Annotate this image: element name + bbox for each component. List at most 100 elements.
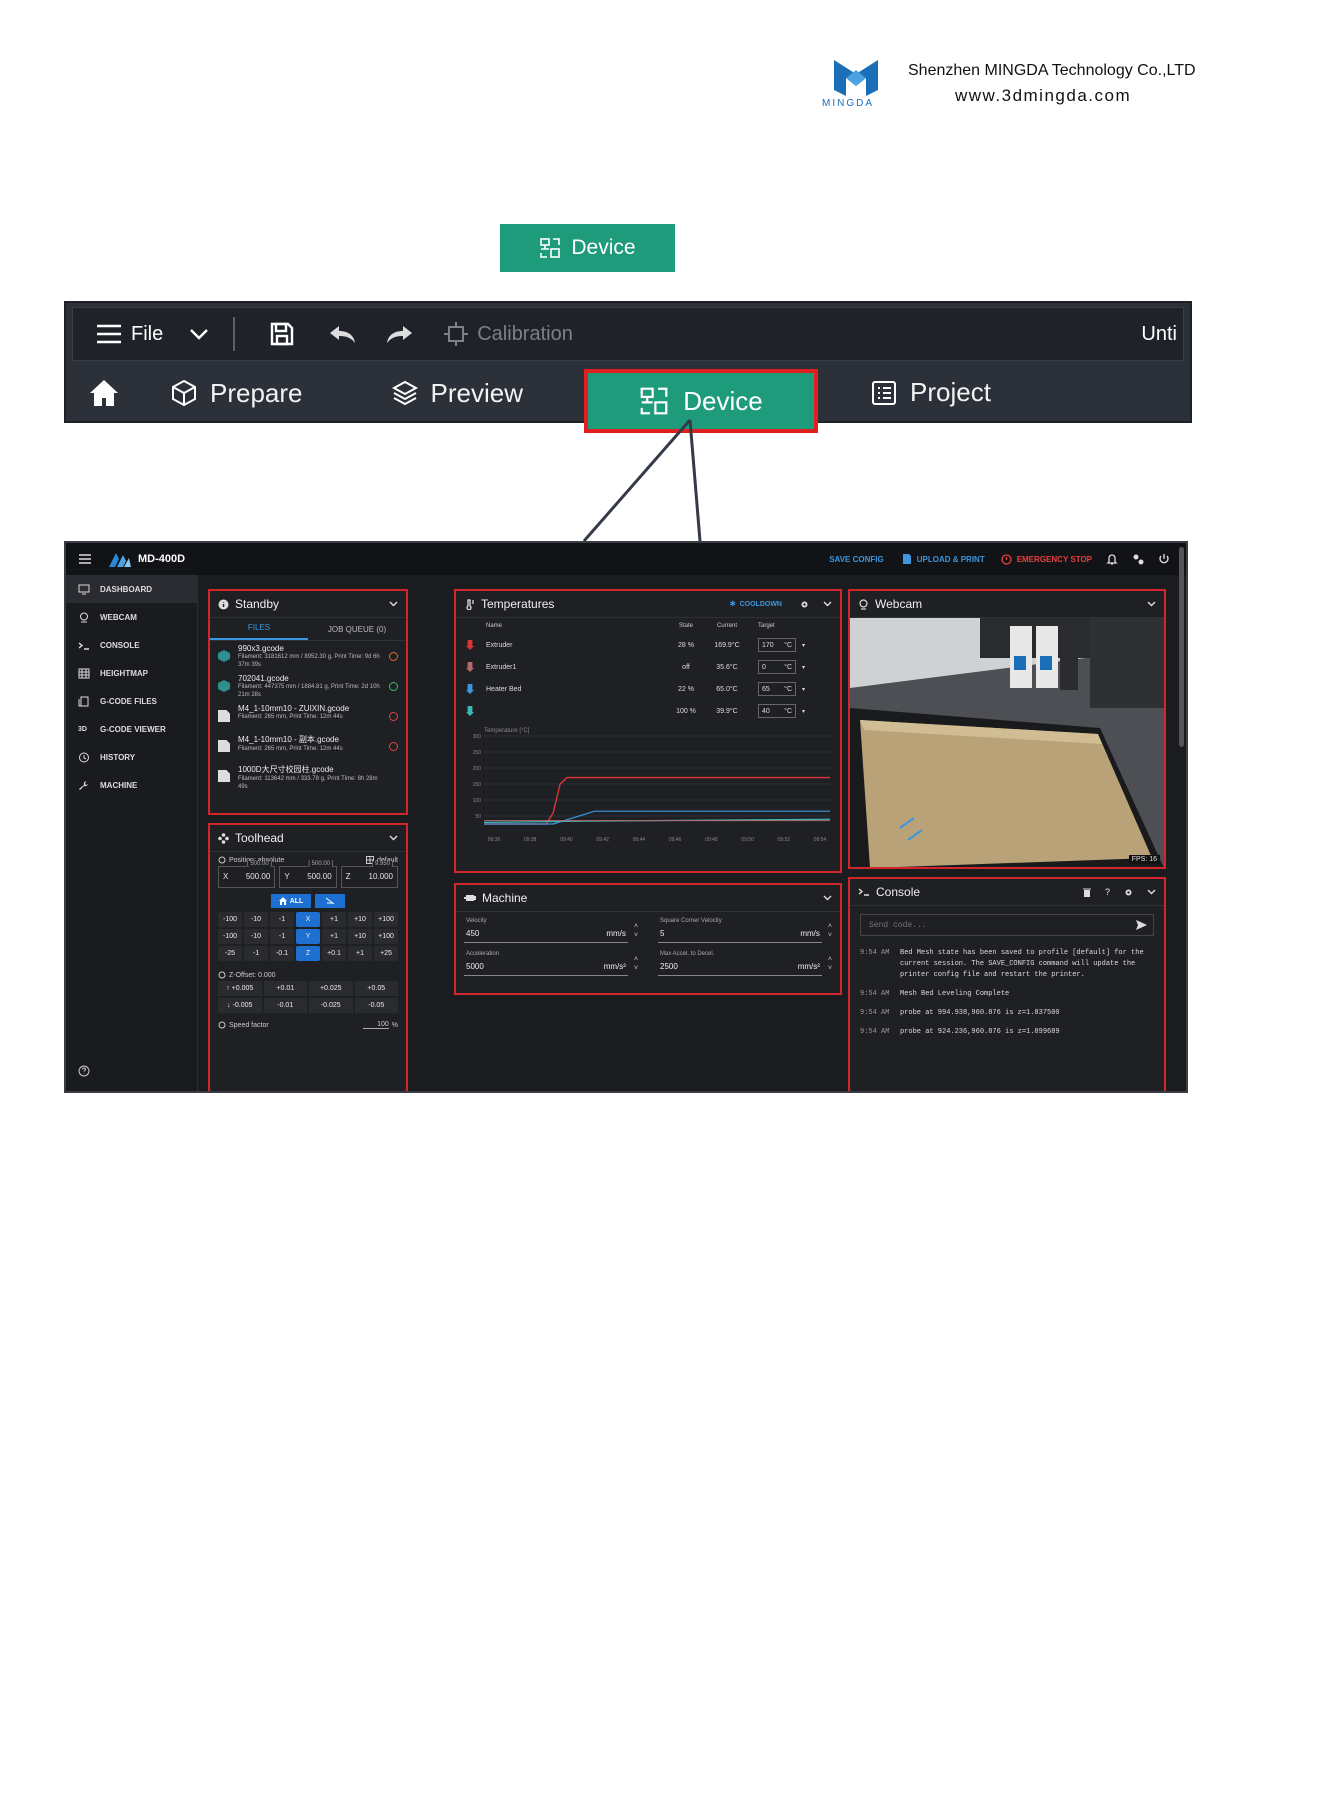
home-all-button[interactable]: ALL <box>270 894 312 908</box>
jog-step-button[interactable]: -10 <box>244 912 268 927</box>
list-item[interactable]: 1000D大尺寸校园柱.gcode Filament: 113642 mm / 3… <box>210 761 406 791</box>
jog-step-button[interactable]: -100 <box>218 912 242 927</box>
stepper-arrows[interactable]: ˄ ˅ <box>634 955 638 973</box>
chevron-down-icon[interactable]: ˅ <box>828 931 832 940</box>
machine-field-input[interactable]: Acceleration 5000 mm/s² <box>464 951 628 976</box>
chevron-down-icon[interactable]: ▾ <box>802 708 805 715</box>
gear-icon[interactable] <box>1124 888 1133 897</box>
machine-field-input[interactable]: Square Corner Velocity 5 mm/s <box>658 918 822 943</box>
chevron-down-icon[interactable]: ˅ <box>634 964 638 973</box>
stepper-arrows[interactable]: ˄ ˅ <box>634 922 638 940</box>
list-item[interactable]: 702041.gcode Filament: 447375 mm / 1884.8… <box>210 671 406 701</box>
tab-files[interactable]: FILES <box>210 618 308 640</box>
tab-project[interactable]: Project <box>870 377 991 408</box>
sidebar-item-machine[interactable]: MACHINE <box>66 771 197 799</box>
jog-step-button[interactable]: +1 <box>322 912 346 927</box>
save-config-button[interactable]: SAVE CONFIG <box>829 555 884 564</box>
jog-step-button[interactable]: +1 <box>322 929 346 944</box>
jog-step-button[interactable]: -1 <box>270 929 294 944</box>
menu-icon[interactable] <box>78 553 92 565</box>
bell-icon[interactable] <box>1106 553 1118 565</box>
jog-step-button[interactable]: +100 <box>374 912 398 927</box>
chevron-down-icon[interactable]: ▾ <box>802 642 805 649</box>
power-icon[interactable] <box>1158 553 1170 565</box>
save-icon[interactable] <box>269 321 295 347</box>
file-menu[interactable]: File <box>95 323 163 346</box>
settings-icon[interactable] <box>1132 553 1144 565</box>
undo-icon[interactable] <box>329 324 357 344</box>
chevron-down-icon[interactable]: ▾ <box>802 686 805 693</box>
emergency-stop-button[interactable]: EMERGENCY STOP <box>1017 555 1092 564</box>
chevron-down-icon[interactable] <box>1147 601 1156 607</box>
jog-step-button[interactable]: -1 <box>244 946 268 961</box>
scrollbar[interactable] <box>1179 547 1184 747</box>
jog-step-button[interactable]: +25 <box>374 946 398 961</box>
send-icon[interactable] <box>1136 920 1147 930</box>
tab-preview[interactable]: Preview <box>391 378 523 409</box>
z-offset-button[interactable]: -0.05 <box>354 998 398 1013</box>
list-item[interactable]: 990x3.gcode Filament: 3181612 mm / 8952.3… <box>210 641 406 671</box>
z-offset-button[interactable]: +0.025 <box>309 981 353 996</box>
help-icon[interactable]: ? <box>1105 887 1110 897</box>
chevron-up-icon[interactable]: ˄ <box>634 955 638 964</box>
jog-step-button[interactable]: +10 <box>348 929 372 944</box>
jog-step-button[interactable]: -100 <box>218 929 242 944</box>
redo-icon[interactable] <box>385 324 413 344</box>
heater-target-field[interactable]: 0 °C <box>758 660 796 674</box>
chevron-up-icon[interactable]: ˄ <box>634 922 638 931</box>
list-item[interactable]: M4_1-10mm10 - ZUIXIN.gcode Filament: 265 … <box>210 701 406 731</box>
tab-prepare[interactable]: Prepare <box>170 378 303 409</box>
sidebar-item-webcam[interactable]: WEBCAM <box>66 603 197 631</box>
z-offset-button[interactable]: +0.05 <box>354 981 398 996</box>
sidebar-item-history[interactable]: HISTORY <box>66 743 197 771</box>
jog-step-button[interactable]: -10 <box>244 929 268 944</box>
z-offset-button[interactable]: ↓ -0.005 <box>218 998 262 1013</box>
console-input[interactable] <box>867 919 1136 931</box>
z-offset-button[interactable]: -0.01 <box>263 998 307 1013</box>
chevron-down-icon[interactable]: ˅ <box>634 931 638 940</box>
jog-step-button[interactable]: +100 <box>374 929 398 944</box>
jog-step-button[interactable]: +1 <box>348 946 372 961</box>
upload-print-button[interactable]: UPLOAD & PRINT <box>917 555 985 564</box>
chevron-down-icon[interactable]: ▾ <box>802 664 805 671</box>
jog-step-button[interactable]: -25 <box>218 946 242 961</box>
chevron-down-icon[interactable] <box>823 895 832 901</box>
z-offset-button[interactable]: -0.025 <box>309 998 353 1013</box>
jog-step-button[interactable]: +0.1 <box>322 946 346 961</box>
heater-target-field[interactable]: 170 °C <box>758 638 796 652</box>
jog-axis-home-button[interactable]: Z <box>296 946 320 961</box>
motors-off-button[interactable] <box>315 894 346 908</box>
sidebar-item-gcode-files[interactable]: G-CODE FILES <box>66 687 197 715</box>
sidebar-item-dashboard[interactable]: DASHBOARD <box>66 575 197 603</box>
heater-target-field[interactable]: 40 °C <box>758 704 796 718</box>
jog-step-button[interactable]: +10 <box>348 912 372 927</box>
device-button-sample[interactable]: Device <box>500 224 675 272</box>
chevron-down-icon[interactable]: ˅ <box>828 964 832 973</box>
trash-icon[interactable] <box>1082 888 1091 897</box>
chevron-down-icon[interactable] <box>1147 889 1156 895</box>
sidebar-item-heightmap[interactable]: HEIGHTMAP <box>66 659 197 687</box>
help-icon[interactable] <box>78 1065 90 1077</box>
chevron-up-icon[interactable]: ˄ <box>828 922 832 931</box>
sidebar-item-console[interactable]: CONSOLE <box>66 631 197 659</box>
z-offset-button[interactable]: ↑ +0.005 <box>218 981 262 996</box>
chevron-down-icon[interactable] <box>189 328 209 340</box>
axis-z-field[interactable]: Z [ 9.950 ] 10.000 <box>340 861 398 888</box>
machine-field-input[interactable]: Max Accel. to Decel. 2500 mm/s² <box>658 951 822 976</box>
list-item[interactable]: M4_1-10mm10 - 副本.gcode Filament: 265 mm, … <box>210 731 406 761</box>
home-icon[interactable] <box>88 378 120 408</box>
jog-step-button[interactable]: -1 <box>270 912 294 927</box>
axis-x-field[interactable]: X [ 500.00 ] 500.00 <box>218 861 276 888</box>
cooldown-button[interactable]: COOLDOWN <box>740 601 782 608</box>
jog-axis-home-button[interactable]: Y <box>296 929 320 944</box>
chevron-down-icon[interactable] <box>823 601 832 607</box>
jog-step-button[interactable]: -0.1 <box>270 946 294 961</box>
calibration-button[interactable]: Calibration <box>443 321 573 347</box>
stepper-arrows[interactable]: ˄ ˅ <box>828 922 832 940</box>
chevron-down-icon[interactable] <box>389 601 398 607</box>
jog-axis-home-button[interactable]: X <box>296 912 320 927</box>
chevron-down-icon[interactable] <box>389 835 398 841</box>
speed-factor-value[interactable]: 100 <box>362 1021 389 1029</box>
tab-device-highlighted[interactable]: Device <box>584 369 818 433</box>
sidebar-item-gcode-viewer[interactable]: 3D G-CODE VIEWER <box>66 715 197 743</box>
